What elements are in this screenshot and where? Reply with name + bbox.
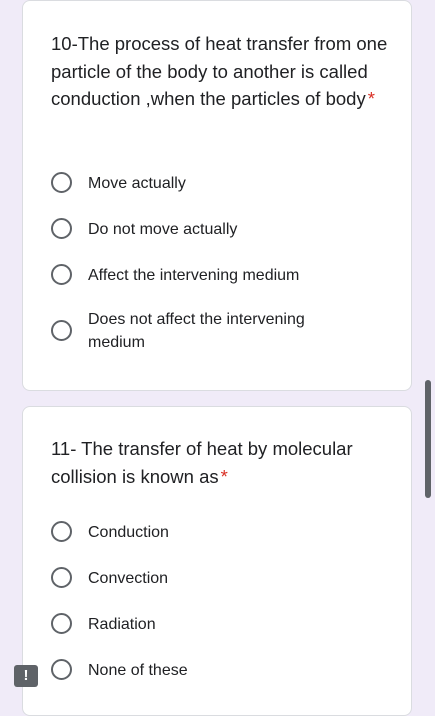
radio-button-icon[interactable] bbox=[51, 172, 72, 193]
radio-option-radiation[interactable]: Radiation bbox=[51, 613, 391, 639]
option-label: Does not affect the intervening medium bbox=[88, 311, 305, 351]
radio-option-move-actually[interactable]: Move actually bbox=[51, 172, 391, 198]
option-label: Radiation bbox=[88, 616, 156, 633]
radio-button-icon[interactable] bbox=[51, 567, 72, 588]
option-label: Conduction bbox=[88, 524, 169, 541]
radio-button-icon[interactable] bbox=[51, 218, 72, 239]
radio-button-icon[interactable] bbox=[51, 659, 72, 680]
option-label: Affect the intervening medium bbox=[88, 267, 300, 284]
scrollbar-thumb[interactable] bbox=[425, 380, 431, 498]
radio-option-conduction[interactable]: Conduction bbox=[51, 521, 391, 547]
radio-option-none-of-these[interactable]: None of these bbox=[51, 659, 391, 685]
report-problem-icon[interactable]: ! bbox=[14, 665, 38, 687]
radio-button-icon[interactable] bbox=[51, 521, 72, 542]
radio-button-icon[interactable] bbox=[51, 320, 72, 341]
required-asterisk: * bbox=[220, 465, 228, 487]
question-title: 10-The process of heat transfer from one… bbox=[51, 33, 388, 109]
question-title: 11- The transfer of heat by molecular co… bbox=[51, 438, 353, 487]
option-label: Convection bbox=[88, 570, 169, 587]
exclamation-glyph: ! bbox=[23, 667, 29, 684]
radio-option-do-not-move-actually[interactable]: Do not move actually bbox=[51, 218, 391, 244]
question-card-10: 10-The process of heat transfer from one… bbox=[22, 0, 412, 391]
radio-option-affect-medium[interactable]: Affect the intervening medium bbox=[51, 264, 391, 290]
question-card-11: 11- The transfer of heat by molecular co… bbox=[22, 406, 412, 716]
option-label: Do not move actually bbox=[88, 221, 238, 238]
option-label: Move actually bbox=[88, 175, 186, 192]
required-asterisk: * bbox=[367, 88, 375, 109]
radio-button-icon[interactable] bbox=[51, 264, 72, 285]
radio-option-convection[interactable]: Convection bbox=[51, 567, 391, 593]
radio-button-icon[interactable] bbox=[51, 613, 72, 634]
radio-option-does-not-affect-medium[interactable]: Does not affect the intervening medium bbox=[51, 308, 391, 356]
option-label: None of these bbox=[88, 662, 188, 679]
